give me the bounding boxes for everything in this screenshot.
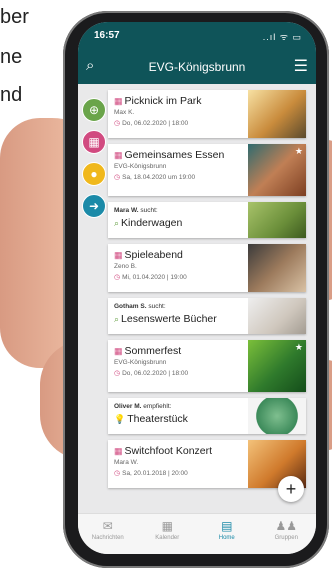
category-buttons: ⊕ ▦ ● ➜ bbox=[82, 98, 106, 226]
card-author: Zeno B. bbox=[114, 263, 137, 270]
card-person: Mara W. bbox=[114, 207, 139, 214]
tab-home[interactable]: ▤ Home bbox=[197, 514, 257, 554]
tab-label: Home bbox=[218, 535, 235, 541]
home-icon: ▤ bbox=[221, 519, 233, 533]
calendar-icon: ▦ bbox=[114, 346, 123, 356]
background-text-2: ne bbox=[0, 46, 23, 68]
calendar-icon: ▦ bbox=[114, 250, 123, 260]
card-date: Sa, 20.01.2018 | 20:00 bbox=[122, 470, 188, 477]
calendar-icon: ▦ bbox=[161, 519, 173, 533]
tab-bar: ✉ Nachrichten ▦ Kalender ▤ Home ♟♟ Gruppen bbox=[78, 513, 316, 554]
tab-label: Kalender bbox=[155, 535, 180, 541]
card-author: Max K. bbox=[114, 109, 135, 116]
clock-icon: ◷ bbox=[114, 174, 121, 181]
arrow-icon[interactable]: ➜ bbox=[82, 194, 106, 218]
clock-icon: ◷ bbox=[114, 120, 121, 127]
add-button[interactable]: + bbox=[278, 476, 304, 502]
globe-icon[interactable]: ⊕ bbox=[82, 98, 106, 122]
tab-kalender[interactable]: ▦ Kalender bbox=[138, 514, 198, 554]
mail-icon: ✉ bbox=[102, 519, 113, 533]
feed-card-event[interactable]: ▦ Sommerfest EVG-Königsbrunn ◷ Do, 06.02.2… bbox=[108, 340, 306, 392]
clock-icon: ◷ bbox=[114, 470, 121, 477]
card-action: sucht: bbox=[148, 303, 166, 310]
background-text-3: nd bbox=[0, 84, 23, 106]
card-image-games bbox=[248, 244, 306, 292]
card-author: Mara W. bbox=[114, 459, 139, 466]
card-date: Sa, 18.04.2020 um 19:00 bbox=[122, 174, 196, 181]
star-icon: ★ bbox=[294, 342, 303, 352]
calendar-icon: ▦ bbox=[114, 96, 123, 106]
bulb-icon[interactable]: ● bbox=[82, 162, 106, 186]
clock-icon: ◷ bbox=[114, 274, 121, 281]
card-title: Switchfoot Konzert bbox=[124, 445, 213, 457]
status-bar: 16:57 ..ıl ᯤ ▭ bbox=[78, 22, 316, 50]
tab-label: Nachrichten bbox=[91, 535, 124, 541]
card-title: Sommerfest bbox=[124, 345, 182, 357]
search-icon: ⌕ bbox=[114, 218, 120, 228]
card-title: Picknick im Park bbox=[124, 95, 202, 107]
star-icon: ★ bbox=[294, 146, 303, 156]
card-image-picnic bbox=[248, 90, 306, 138]
tab-gruppen[interactable]: ♟♟ Gruppen bbox=[257, 514, 317, 554]
page-title: EVG-Königsbrunn bbox=[148, 60, 246, 74]
feed-card-event[interactable]: ▦ Gemeinsames Essen EVG-Königsbrunn ◷ Sa, … bbox=[108, 144, 306, 196]
card-image-stroller bbox=[248, 202, 306, 238]
clock-icon: ◷ bbox=[114, 370, 121, 377]
app-header: ⌕ EVG-Königsbrunn ☰ bbox=[78, 50, 316, 84]
card-image-books bbox=[248, 298, 306, 334]
feed-card-search[interactable]: Gotham S. sucht: ⌕ Lesenswerte Bücher bbox=[108, 298, 306, 334]
calendar-icon: ▦ bbox=[114, 446, 123, 456]
card-date: Mi, 01.04.2020 | 19:00 bbox=[122, 274, 187, 281]
feed-list[interactable]: ▦ Picknick im Park Max K. ◷ Do, 06.02.2020… bbox=[78, 84, 316, 514]
card-title: Lesenswerte Bücher bbox=[121, 313, 217, 325]
card-action: empfiehlt: bbox=[143, 403, 172, 410]
card-date: Do, 06.02.2020 | 18:00 bbox=[122, 370, 189, 377]
phone-screen: 16:57 ..ıl ᯤ ▭ ⌕ EVG-Königsbrunn ☰ ▦ Pick… bbox=[78, 22, 316, 554]
search-icon: ⌕ bbox=[114, 314, 120, 324]
background-text-1: ber bbox=[0, 6, 29, 28]
feed-card-search[interactable]: Mara W. sucht: ⌕ Kinderwagen bbox=[108, 202, 306, 238]
card-title: Theaterstück bbox=[127, 413, 188, 425]
card-person: Oliver M. bbox=[114, 403, 142, 410]
feed-card-event[interactable]: ▦ Spieleabend Zeno B. ◷ Mi, 01.04.2020 | 1… bbox=[108, 244, 306, 292]
group-icon: ♟♟ bbox=[275, 519, 297, 533]
card-image-plant bbox=[248, 398, 306, 434]
feed-card-event[interactable]: ▦ Picknick im Park Max K. ◷ Do, 06.02.2020… bbox=[108, 90, 306, 138]
card-author: EVG-Königsbrunn bbox=[114, 359, 167, 366]
calendar-icon[interactable]: ▦ bbox=[82, 130, 106, 154]
feed-card-recommendation[interactable]: Oliver M. empfiehlt: 💡 Theaterstück bbox=[108, 398, 306, 434]
menu-icon[interactable]: ☰ bbox=[294, 56, 308, 76]
card-author: EVG-Königsbrunn bbox=[114, 163, 167, 170]
card-title: Spieleabend bbox=[124, 249, 183, 261]
tab-label: Gruppen bbox=[274, 535, 298, 541]
status-icons: ..ıl ᯤ ▭ bbox=[262, 32, 302, 42]
calendar-icon: ▦ bbox=[114, 150, 123, 160]
bulb-icon: 💡 bbox=[114, 414, 126, 424]
feed-card-event[interactable]: ▦ Switchfoot Konzert Mara W. ◷ Sa, 20.01.2… bbox=[108, 440, 306, 488]
status-time: 16:57 bbox=[94, 30, 120, 41]
card-title: Kinderwagen bbox=[121, 217, 183, 229]
tab-nachrichten[interactable]: ✉ Nachrichten bbox=[78, 514, 138, 554]
card-date: Do, 06.02.2020 | 18:00 bbox=[122, 120, 189, 127]
card-person: Gotham S. bbox=[114, 303, 147, 310]
card-title: Gemeinsames Essen bbox=[124, 149, 225, 161]
card-action: sucht: bbox=[140, 207, 158, 214]
